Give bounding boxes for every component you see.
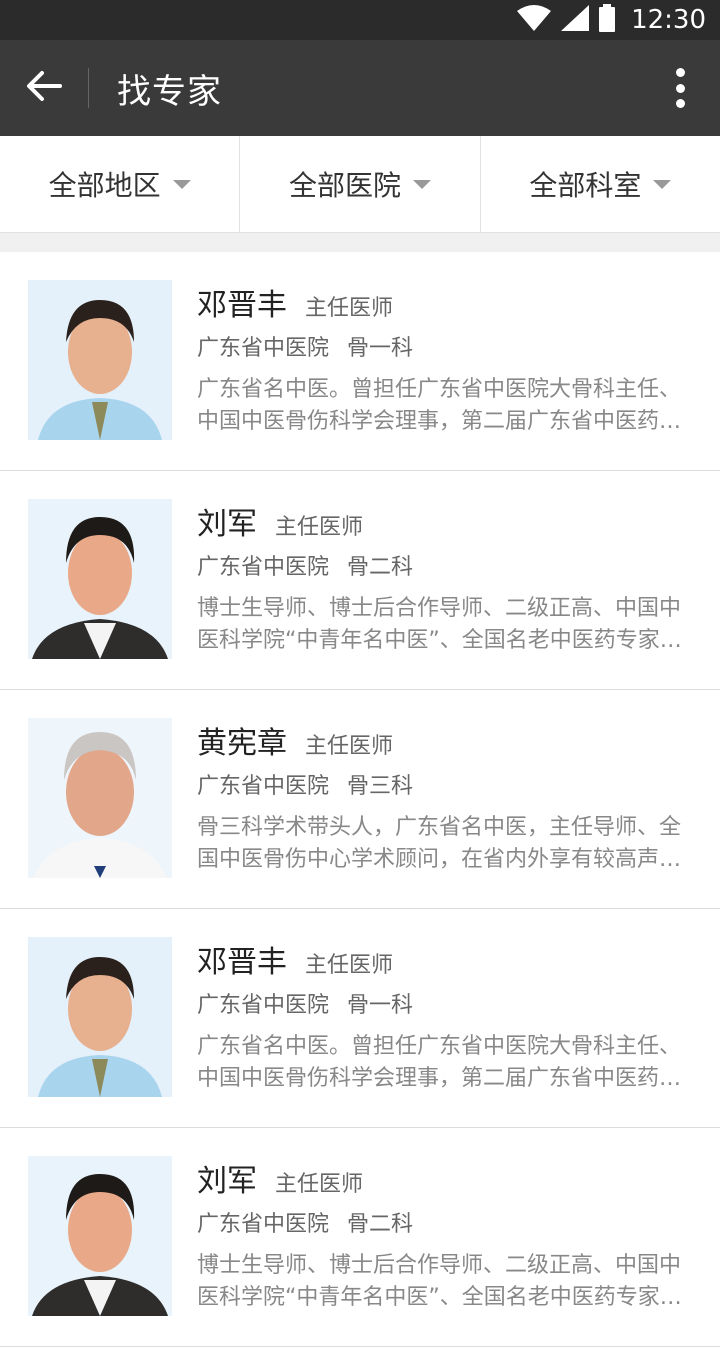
doctor-title: 主任医师	[275, 515, 364, 540]
doctor-hospital: 广东省中医院	[197, 1212, 330, 1237]
doctor-avatar	[28, 280, 172, 440]
filter-label: 全部科室	[529, 169, 642, 202]
filter-department[interactable]: 全部科室	[481, 136, 720, 232]
doctor-description: 广东省名中医。曾担任广东省中医院大骨科主任、中国中医骨伤科学会理事，第二届广东省…	[197, 377, 682, 434]
doctor-card[interactable]: 刘军 主任医师 广东省中医院 骨二科 博士生导师、博士后合作导师、二级正高、中国…	[0, 471, 720, 690]
doctor-title: 主任医师	[305, 296, 394, 321]
arrow-left-icon	[26, 70, 62, 106]
battery-icon	[599, 4, 616, 36]
filter-bar: 全部地区 全部医院 全部科室	[0, 136, 720, 233]
doctor-avatar	[28, 1156, 172, 1316]
doctor-avatar	[28, 937, 172, 1097]
filter-region[interactable]: 全部地区	[0, 136, 241, 232]
doctor-name: 邓晋丰	[197, 945, 287, 980]
filter-label: 全部医院	[288, 169, 401, 202]
doctor-description: 骨三科学术带头人，广东省名中医，主任导师、全国中医骨伤中心学术顾问，在省内外享有…	[197, 815, 682, 872]
doctor-department: 骨二科	[347, 555, 414, 580]
more-options-button[interactable]	[660, 64, 700, 112]
more-vertical-icon	[675, 68, 685, 77]
doctor-title: 主任医师	[275, 1172, 364, 1197]
doctor-name: 刘军	[197, 507, 257, 542]
doctor-name: 黄宪章	[197, 726, 287, 761]
doctor-hospital: 广东省中医院	[197, 993, 330, 1018]
doctor-card[interactable]: 邓晋丰 主任医师 广东省中医院 骨一科 广东省名中医。曾担任广东省中医院大骨科主…	[0, 252, 720, 471]
status-time: 12:30	[631, 5, 706, 35]
status-bar: 12:30	[0, 0, 720, 40]
doctor-title: 主任医师	[305, 953, 394, 978]
page-title: 找专家	[117, 71, 222, 112]
more-dot	[675, 99, 685, 108]
doctor-hospital: 广东省中医院	[197, 336, 330, 361]
more-dot	[675, 83, 685, 93]
wifi-icon	[517, 5, 552, 35]
doctor-name: 刘军	[197, 1164, 257, 1199]
doctor-card[interactable]: 黄宪章 主任医师 广东省中医院 骨三科 骨三科学术带头人，广东省名中医，主任导师…	[0, 690, 720, 909]
doctor-card[interactable]: 邓晋丰 主任医师 广东省中医院 骨一科 广东省名中医。曾担任广东省中医院大骨科主…	[0, 909, 720, 1128]
doctor-hospital: 广东省中医院	[197, 555, 330, 580]
doctor-department: 骨三科	[347, 774, 414, 799]
signal-icon	[561, 5, 590, 35]
doctor-name: 邓晋丰	[197, 288, 287, 323]
doctor-description: 广东省名中医。曾担任广东省中医院大骨科主任、中国中医骨伤科学会理事，第二届广东省…	[197, 1034, 682, 1091]
header-divider	[88, 68, 89, 108]
doctor-description: 博士生导师、博士后合作导师、二级正高、中国中医科学院“中青年名中医”、全国名老中…	[197, 596, 682, 653]
doctor-card[interactable]: 刘军 主任医师 广东省中医院 骨二科 博士生导师、博士后合作导师、二级正高、中国…	[0, 1128, 720, 1347]
doctor-list: 邓晋丰 主任医师 广东省中医院 骨一科 广东省名中医。曾担任广东省中医院大骨科主…	[0, 252, 720, 1347]
doctor-title: 主任医师	[305, 734, 394, 759]
back-button[interactable]	[0, 40, 88, 136]
doctor-department: 骨二科	[347, 1212, 414, 1237]
filter-hospital[interactable]: 全部医院	[240, 136, 481, 232]
doctor-hospital: 广东省中医院	[197, 774, 330, 799]
caret-down-icon	[172, 179, 191, 189]
caret-down-icon	[413, 179, 431, 189]
caret-down-icon	[653, 179, 672, 189]
doctor-department: 骨一科	[347, 336, 414, 361]
doctor-avatar	[28, 718, 172, 878]
app-bar: 找专家	[0, 40, 720, 136]
filter-label: 全部地区	[48, 169, 161, 202]
doctor-avatar	[28, 499, 172, 659]
doctor-department: 骨一科	[347, 993, 414, 1018]
doctor-description: 博士生导师、博士后合作导师、二级正高、中国中医科学院“中青年名中医”、全国名老中…	[197, 1253, 682, 1310]
